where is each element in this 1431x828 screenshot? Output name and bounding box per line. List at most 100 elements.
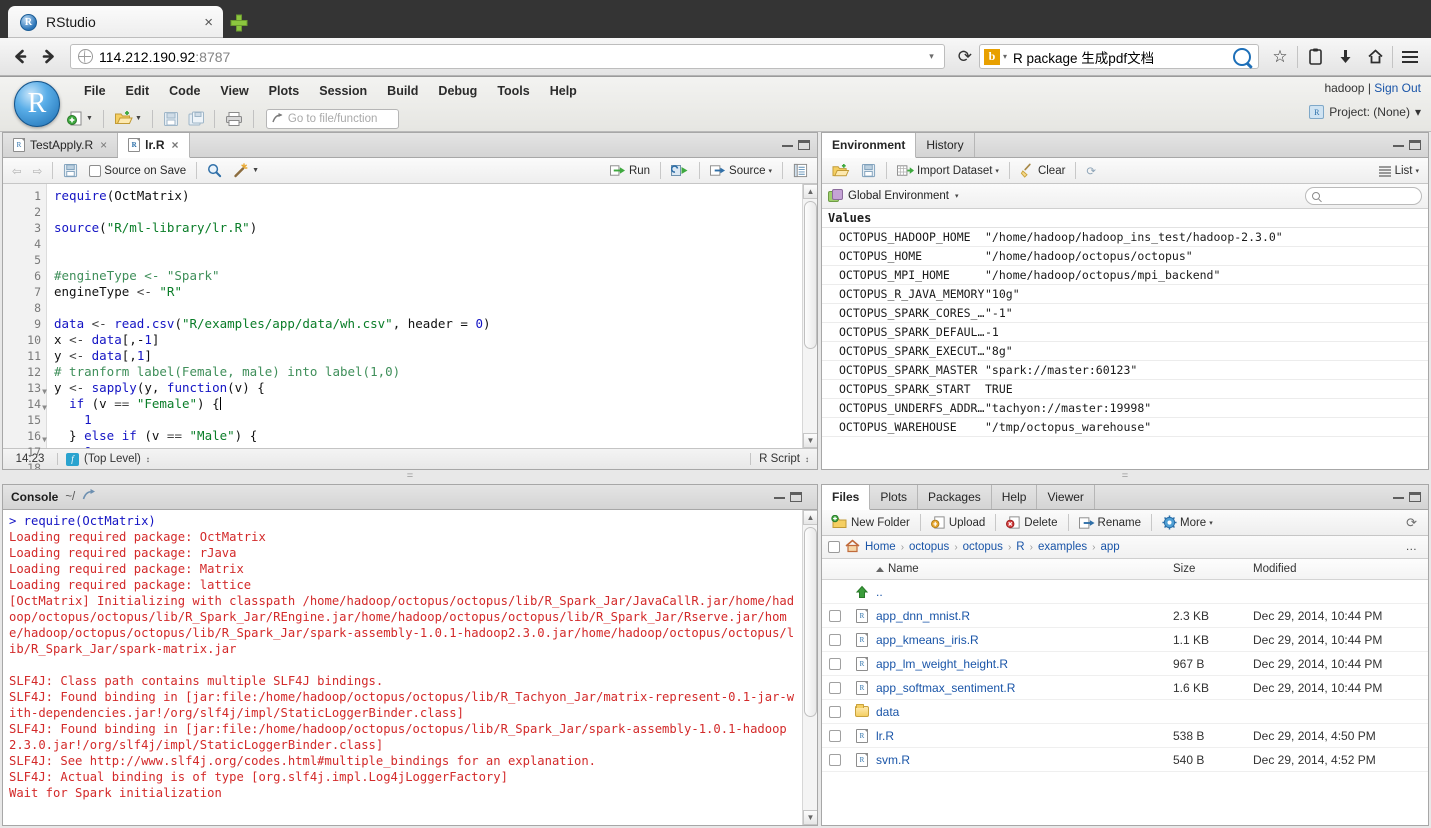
- goto-file-function-input[interactable]: Go to file/function: [265, 108, 399, 129]
- import-dataset-button[interactable]: Import Dataset ▾: [893, 162, 1003, 180]
- file-checkbox[interactable]: [829, 633, 841, 646]
- file-checkbox[interactable]: [829, 609, 841, 622]
- reload-icon[interactable]: ⟳: [951, 47, 979, 67]
- scroll-down-arrow-icon[interactable]: ▼: [803, 810, 817, 825]
- minimize-icon[interactable]: [782, 144, 793, 147]
- print-button[interactable]: [222, 108, 246, 130]
- close-icon[interactable]: ×: [100, 138, 107, 152]
- tab-files[interactable]: Files: [822, 485, 871, 510]
- file-name[interactable]: app_kmeans_iris.R: [876, 633, 1173, 647]
- code-line[interactable]: y <- sapply(y, function(v) {: [54, 380, 802, 396]
- horizontal-splitter-right[interactable]: [821, 474, 1429, 480]
- source-tab-testapply[interactable]: R TestApply.R ×: [3, 133, 119, 157]
- chevron-down-icon[interactable]: ▾: [768, 167, 772, 175]
- new-file-button[interactable]: ▼: [64, 108, 96, 130]
- chevron-down-icon[interactable]: ▼: [252, 167, 259, 174]
- environment-row[interactable]: OCTOPUS_UNDERFS_ADDR… "tachyon://master:1…: [822, 399, 1428, 418]
- menu-debug[interactable]: Debug: [428, 80, 487, 102]
- search-icon[interactable]: [1233, 47, 1251, 66]
- menu-view[interactable]: View: [210, 80, 258, 102]
- address-bar[interactable]: 114.212.190.92:8787 ▾: [70, 44, 945, 69]
- tab-packages[interactable]: Packages: [918, 485, 992, 509]
- maximize-icon[interactable]: [1409, 492, 1421, 502]
- load-workspace-button[interactable]: [827, 161, 854, 181]
- scrollbar-thumb[interactable]: [804, 527, 817, 717]
- project-selector[interactable]: R Project: (None) ▾: [1309, 105, 1421, 119]
- close-icon[interactable]: ×: [172, 138, 179, 152]
- menu-file[interactable]: File: [74, 80, 116, 102]
- hamburger-menu-icon[interactable]: [1395, 44, 1425, 70]
- source-button[interactable]: Source ▾: [706, 162, 776, 179]
- environment-row[interactable]: OCTOPUS_SPARK_EXECUT… "8g": [822, 342, 1428, 361]
- file-row[interactable]: data: [822, 700, 1428, 724]
- code-line[interactable]: x <- data[,-1]: [54, 332, 802, 348]
- code-content[interactable]: require(OctMatrix) source("R/ml-library/l…: [47, 184, 802, 448]
- home-icon[interactable]: [845, 539, 860, 556]
- console-output[interactable]: > require(OctMatrix) Loading required pac…: [3, 510, 802, 825]
- file-name[interactable]: ..: [876, 585, 1173, 599]
- code-line[interactable]: [54, 252, 802, 268]
- breadcrumb-app[interactable]: app: [1101, 541, 1120, 553]
- code-line[interactable]: [54, 204, 802, 220]
- home-icon[interactable]: [1360, 44, 1390, 70]
- bookmark-icon[interactable]: ☆: [1265, 44, 1295, 70]
- file-name[interactable]: lr.R: [876, 729, 1173, 743]
- breadcrumb-octopus-2[interactable]: octopus: [963, 541, 1003, 553]
- file-name[interactable]: app_lm_weight_height.R: [876, 657, 1173, 671]
- nav-forward-button[interactable]: ⇨: [29, 162, 47, 180]
- environment-row[interactable]: OCTOPUS_R_JAVA_MEMORY "10g": [822, 285, 1428, 304]
- environment-scope-label[interactable]: Global Environment: [848, 190, 949, 202]
- file-name[interactable]: data: [876, 705, 1173, 719]
- code-line[interactable]: # tranform label(Female, male) into labe…: [54, 364, 802, 380]
- file-name[interactable]: app_dnn_mnist.R: [876, 609, 1173, 623]
- console-body[interactable]: > require(OctMatrix) Loading required pac…: [3, 510, 817, 825]
- file-row[interactable]: Rapp_lm_weight_height.R 967 B Dec 29, 2014…: [822, 652, 1428, 676]
- code-line[interactable]: [54, 236, 802, 252]
- download-icon[interactable]: [1330, 44, 1360, 70]
- scroll-up-arrow-icon[interactable]: ▲: [803, 510, 817, 525]
- chevron-updown-icon[interactable]: ↕: [146, 455, 150, 463]
- run-button[interactable]: Run: [606, 162, 654, 179]
- list-view-button[interactable]: List ▾: [1374, 163, 1423, 179]
- horizontal-splitter[interactable]: [2, 474, 818, 480]
- file-checkbox[interactable]: [829, 657, 841, 670]
- menu-plots[interactable]: Plots: [259, 80, 310, 102]
- code-line[interactable]: } else if (v == "Male") {: [54, 428, 802, 444]
- breadcrumb-more-button[interactable]: …: [1402, 541, 1423, 553]
- search-input[interactable]: R package 生成pdf文档: [1013, 47, 1233, 67]
- tab-environment[interactable]: Environment: [822, 133, 917, 158]
- code-line[interactable]: 0: [54, 444, 802, 448]
- new-folder-button[interactable]: New Folder: [827, 513, 914, 532]
- file-name[interactable]: app_softmax_sentiment.R: [876, 681, 1173, 695]
- maximize-icon[interactable]: [790, 492, 802, 502]
- environment-row[interactable]: OCTOPUS_SPARK_START TRUE: [822, 380, 1428, 399]
- environment-row[interactable]: OCTOPUS_SPARK_CORES_… "-1": [822, 304, 1428, 323]
- sign-out-link[interactable]: Sign Out: [1374, 81, 1421, 95]
- code-line[interactable]: 1: [54, 412, 802, 428]
- code-line[interactable]: [54, 300, 802, 316]
- chevron-down-icon[interactable]: ▾: [1003, 52, 1007, 61]
- file-checkbox[interactable]: [829, 705, 841, 718]
- code-tools-button[interactable]: ▼: [229, 161, 263, 180]
- file-row[interactable]: Rapp_kmeans_iris.R 1.1 KB Dec 29, 2014, 10…: [822, 628, 1428, 652]
- code-line[interactable]: source("R/ml-library/lr.R"): [54, 220, 802, 236]
- find-replace-button[interactable]: [203, 161, 226, 180]
- source-tab-lr[interactable]: R lr.R ×: [118, 133, 190, 158]
- code-line[interactable]: data <- read.csv("R/examples/app/data/wh…: [54, 316, 802, 332]
- more-button[interactable]: More ▾: [1158, 513, 1217, 532]
- close-icon[interactable]: ×: [200, 14, 217, 31]
- scope-selector[interactable]: f (Top Level) ↕: [58, 452, 158, 466]
- back-button[interactable]: [6, 44, 34, 70]
- scrollbar-thumb[interactable]: [804, 201, 817, 349]
- code-editor[interactable]: 1 2 3 4 5 6 7 8 9 10 11 12 13 ▼ 14 ▼ 15 16 ▼ 17 18 require(O…: [3, 184, 817, 469]
- nav-back-button[interactable]: ⇦: [8, 162, 26, 180]
- save-button[interactable]: [59, 161, 82, 180]
- code-line[interactable]: require(OctMatrix): [54, 188, 802, 204]
- rename-button[interactable]: Rename: [1075, 514, 1145, 532]
- file-row[interactable]: Rapp_dnn_mnist.R 2.3 KB Dec 29, 2014, 10:4…: [822, 604, 1428, 628]
- new-tab-button[interactable]: [228, 11, 250, 35]
- environment-row[interactable]: OCTOPUS_MPI_HOME "/home/hadoop/octopus/mp…: [822, 266, 1428, 285]
- environment-search-input[interactable]: [1305, 187, 1422, 205]
- refresh-environment-button[interactable]: ⟳: [1082, 162, 1100, 180]
- environment-row[interactable]: OCTOPUS_HOME "/home/hadoop/octopus/octopu…: [822, 247, 1428, 266]
